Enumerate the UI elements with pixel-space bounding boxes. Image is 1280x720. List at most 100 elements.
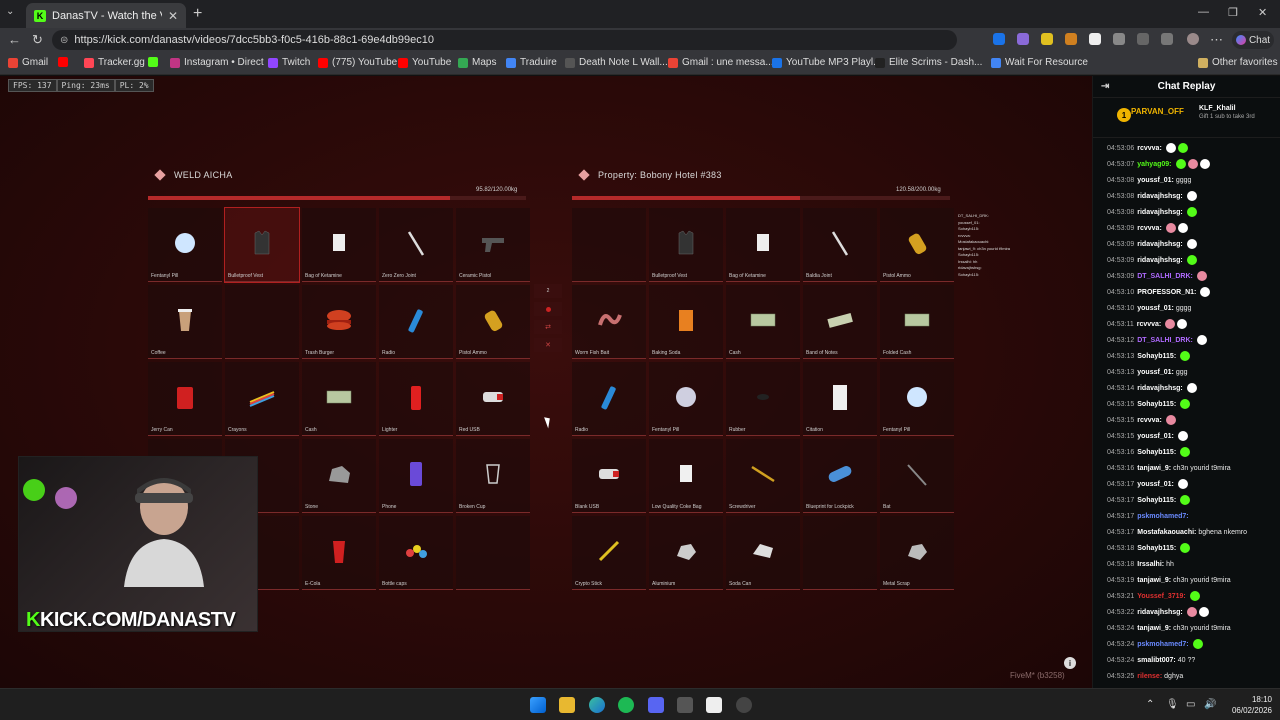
notepad-icon[interactable] xyxy=(706,697,722,713)
pinned-user[interactable]: PARVAN_OFF xyxy=(1131,107,1184,116)
message-username[interactable]: smalibt007: xyxy=(1137,657,1176,664)
collections-icon[interactable] xyxy=(1161,33,1173,45)
bookmark-item[interactable]: Elite Scrims - Dash... xyxy=(875,57,982,68)
inventory-slot[interactable]: Fentanyl Pill xyxy=(880,362,954,436)
inventory-slot[interactable]: Aluminium xyxy=(649,516,723,590)
message-username[interactable]: Sohayb115: xyxy=(1137,497,1176,504)
amount-input[interactable]: 2 xyxy=(534,284,562,298)
inventory-slot[interactable]: Zero Zero Joint xyxy=(379,208,453,282)
message-username[interactable]: ridavajhshsg: xyxy=(1137,193,1183,200)
tab-close-icon[interactable]: ✕ xyxy=(168,9,178,23)
inventory-slot[interactable]: Bag of Ketamine xyxy=(302,208,376,282)
message-username[interactable]: ridavajhshsg: xyxy=(1137,241,1183,248)
inventory-slot[interactable]: Broken Cup xyxy=(456,439,530,513)
message-username[interactable]: rcvvva: xyxy=(1137,417,1162,424)
profile-avatar-icon[interactable] xyxy=(1187,33,1199,45)
inventory-slot[interactable]: Ceramic Pistol xyxy=(456,208,530,282)
inventory-slot[interactable]: E-Cola xyxy=(302,516,376,590)
inventory-slot[interactable]: Soda Can xyxy=(726,516,800,590)
bookmark-item[interactable]: Death Note L Wall... xyxy=(565,57,668,68)
bookmark-item[interactable]: Twitch xyxy=(268,57,310,68)
inventory-slot[interactable]: Blank USB xyxy=(572,439,646,513)
volume-icon[interactable]: 🔊 xyxy=(1204,699,1216,710)
inventory-slot[interactable]: Fentanyl Pill xyxy=(148,208,222,282)
message-username[interactable]: Mostafakaouachi: xyxy=(1137,529,1196,536)
bookmark-item[interactable]: YouTube MP3 Playl... xyxy=(772,57,881,68)
message-username[interactable]: tanjawi_9: xyxy=(1137,625,1171,632)
back-icon[interactable]: ← xyxy=(8,32,21,47)
inventory-slot[interactable]: Red USB xyxy=(456,362,530,436)
give-button[interactable]: ⇄ xyxy=(534,320,562,334)
bookmark-item[interactable]: Tracker.gg xyxy=(84,57,145,68)
inventory-slot[interactable]: Folded Cash xyxy=(880,285,954,359)
message-username[interactable]: PROFESSOR_N1: xyxy=(1137,289,1196,296)
message-username[interactable]: pskmohamed7: xyxy=(1137,513,1188,520)
message-username[interactable]: ridavajhshsg: xyxy=(1137,209,1183,216)
inventory-slot[interactable]: Baldia Joint xyxy=(803,208,877,282)
close-window-icon[interactable]: ✕ xyxy=(1258,6,1267,19)
message-username[interactable]: Sohayb115: xyxy=(1137,401,1176,408)
use-button[interactable] xyxy=(534,302,562,316)
message-username[interactable]: youssf_01: xyxy=(1137,433,1174,440)
maximize-icon[interactable]: ❐ xyxy=(1228,6,1238,19)
tab-search-icon[interactable]: ⌄ xyxy=(6,6,14,17)
discord-icon[interactable] xyxy=(648,697,664,713)
bookmark-item[interactable] xyxy=(58,57,72,67)
bookmark-item[interactable]: YouTube xyxy=(398,57,451,68)
extension-icon[interactable] xyxy=(1065,33,1077,45)
inventory-slot[interactable]: Trash Burger xyxy=(302,285,376,359)
message-username[interactable]: Sohayb115: xyxy=(1137,449,1176,456)
inventory-slot[interactable]: Crayons xyxy=(225,362,299,436)
reload-icon[interactable]: ↻ xyxy=(32,32,43,48)
extensions-icon[interactable] xyxy=(1113,33,1125,45)
message-username[interactable]: youssf_01: xyxy=(1137,177,1174,184)
inventory-slot[interactable]: Pistol Ammo xyxy=(456,285,530,359)
inventory-slot[interactable]: Blueprint for Lockpick xyxy=(803,439,877,513)
message-username[interactable]: Irssalhi: xyxy=(1137,561,1164,568)
inventory-slot[interactable]: Band of Notes xyxy=(803,285,877,359)
message-username[interactable]: tanjawi_9: xyxy=(1137,577,1171,584)
bookmark-item[interactable]: Gmail : une messa... xyxy=(668,57,774,68)
bookmark-item[interactable]: Gmail xyxy=(8,57,48,68)
message-username[interactable]: youssf_01: xyxy=(1137,481,1174,488)
bookmark-item[interactable]: Wait For Resource xyxy=(991,57,1088,68)
inventory-slot[interactable]: Radio xyxy=(379,285,453,359)
minimize-icon[interactable]: — xyxy=(1198,6,1209,18)
message-username[interactable]: youssf_01: xyxy=(1137,369,1174,376)
message-username[interactable]: rcvvva: xyxy=(1137,145,1162,152)
inventory-slot[interactable]: Cash xyxy=(726,285,800,359)
inventory-slot[interactable]: Phone xyxy=(379,439,453,513)
message-username[interactable]: ridavajhshsg: xyxy=(1137,385,1183,392)
bookmark-item[interactable] xyxy=(148,57,162,67)
favorites-icon[interactable] xyxy=(1137,33,1149,45)
message-username[interactable]: tanjawi_9: xyxy=(1137,465,1171,472)
message-username[interactable]: Sohayb115: xyxy=(1137,353,1176,360)
inventory-slot[interactable]: Jerry Can xyxy=(148,362,222,436)
inventory-slot[interactable]: Crypto Stick xyxy=(572,516,646,590)
bookmark-item[interactable]: Instagram • Direct xyxy=(170,57,264,68)
inventory-slot[interactable]: Cash xyxy=(302,362,376,436)
bookmark-item[interactable]: Maps xyxy=(458,57,496,68)
store-icon[interactable] xyxy=(677,697,693,713)
copilot-chat-button[interactable]: Chat xyxy=(1232,31,1274,49)
spotify-icon[interactable] xyxy=(618,697,634,713)
inventory-slot[interactable]: Bottle caps xyxy=(379,516,453,590)
network-icon[interactable]: ▭ xyxy=(1186,699,1195,710)
message-username[interactable]: Youssef_3719: xyxy=(1137,593,1186,600)
inventory-slot[interactable] xyxy=(572,208,646,282)
bookmark-item[interactable]: Traduire xyxy=(506,57,557,68)
inventory-slot[interactable]: Baking Soda xyxy=(649,285,723,359)
browser-tab[interactable]: K DanasTV - Watch the VOD on Kick ✕ xyxy=(26,3,186,28)
edge-icon[interactable] xyxy=(589,697,605,713)
inventory-slot[interactable]: Citation xyxy=(803,362,877,436)
more-menu-icon[interactable]: ⋯ xyxy=(1210,32,1223,48)
message-username[interactable]: ridavajhshsg: xyxy=(1137,257,1183,264)
info-icon[interactable]: i xyxy=(1064,657,1076,669)
bookmark-item[interactable]: (775) YouTube xyxy=(318,57,397,68)
inventory-slot[interactable]: Radio xyxy=(572,362,646,436)
message-username[interactable]: rcvvva: xyxy=(1137,321,1162,328)
inventory-slot[interactable] xyxy=(456,516,530,590)
extension-icon[interactable] xyxy=(1017,33,1029,45)
start-icon[interactable] xyxy=(530,697,546,713)
message-username[interactable]: yahyag09: xyxy=(1137,161,1171,168)
